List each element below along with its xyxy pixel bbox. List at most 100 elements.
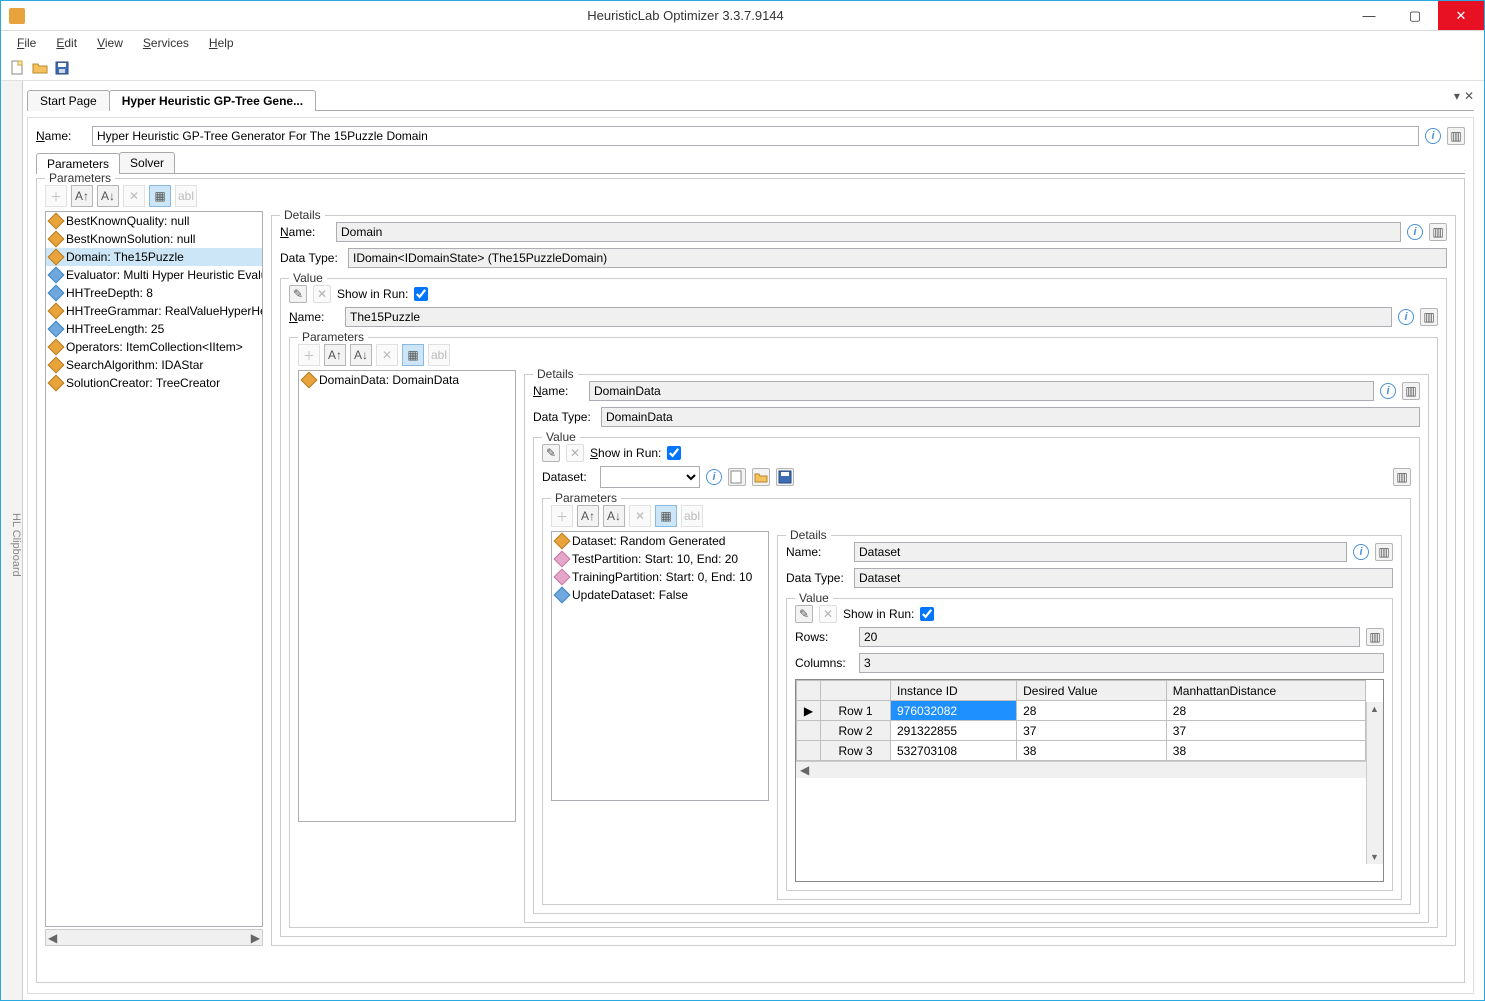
param-searchalgorithm[interactable]: SearchAlgorithm: IDAStar <box>46 356 262 374</box>
param-domain[interactable]: Domain: The15Puzzle <box>46 248 262 266</box>
inner-param-list[interactable]: DomainData: DomainData <box>298 370 516 822</box>
delete-param-button[interactable]: ✕ <box>123 185 145 207</box>
dataset-param-list[interactable]: Dataset: Random Generated TestPartition:… <box>551 531 769 801</box>
show-in-run-checkbox[interactable] <box>414 287 428 301</box>
app-icon <box>9 8 25 24</box>
sort-asc-button[interactable]: A↑ <box>577 505 599 527</box>
param-evaluator[interactable]: Evaluator: Multi Hyper Heuristic Evaluat… <box>46 266 262 284</box>
sort-asc-button[interactable]: A↑ <box>324 344 346 366</box>
menu-edit[interactable]: Edit <box>48 34 85 52</box>
menu-help[interactable]: Help <box>201 34 242 52</box>
show-details-button[interactable]: ▦ <box>655 505 677 527</box>
viewhost-icon[interactable]: ▥ <box>1366 628 1384 646</box>
dataset-table[interactable]: Instance ID Desired Value ManhattanDista… <box>795 679 1384 882</box>
new-dataset-button[interactable] <box>728 468 746 486</box>
edit-value-button[interactable]: ✎ <box>795 605 813 623</box>
dd-name-input[interactable] <box>589 381 1374 401</box>
minimize-button[interactable]: — <box>1346 1 1392 30</box>
details-name-input[interactable] <box>336 222 1401 242</box>
col-marker[interactable] <box>797 681 821 701</box>
parameters-list[interactable]: BestKnownQuality: null BestKnownSolution… <box>45 211 263 927</box>
value-name-input[interactable] <box>345 307 1392 327</box>
delete-button[interactable]: ✕ <box>629 505 651 527</box>
show-hidden-button[interactable]: abl <box>681 505 703 527</box>
tab-start-page[interactable]: Start Page <box>27 90 110 111</box>
document-tabs: Start Page Hyper Heuristic GP-Tree Gene.… <box>27 87 1474 111</box>
edit-value-button[interactable]: ✎ <box>542 444 560 462</box>
viewhost-icon[interactable]: ▥ <box>1393 468 1411 486</box>
sort-desc-button[interactable]: A↓ <box>603 505 625 527</box>
new-file-icon[interactable] <box>9 59 27 77</box>
param-updatedataset[interactable]: UpdateDataset: False <box>552 586 768 604</box>
param-hhtreegrammar[interactable]: HHTreeGrammar: RealValueHyperHeuristicGr… <box>46 302 262 320</box>
save-dataset-button[interactable] <box>776 468 794 486</box>
table-row[interactable]: Row 3 532703108 38 38 <box>797 741 1366 761</box>
name-input[interactable] <box>92 126 1419 146</box>
delete-button[interactable]: ✕ <box>376 344 398 366</box>
tab-dropdown-icon[interactable]: ▾ <box>1454 89 1460 103</box>
param-list-hscrollbar[interactable]: ◀▶ <box>45 929 263 946</box>
show-in-run-checkbox[interactable] <box>920 607 934 621</box>
menu-services[interactable]: Services <box>135 34 197 52</box>
show-details-button[interactable]: ▦ <box>402 344 424 366</box>
viewhost-icon[interactable]: ▥ <box>1447 127 1465 145</box>
param-trainingpartition[interactable]: TrainingPartition: Start: 0, End: 10 <box>552 568 768 586</box>
add-param-button[interactable]: ＋ <box>45 185 67 207</box>
viewhost-icon[interactable]: ▥ <box>1420 308 1438 326</box>
param-testpartition[interactable]: TestPartition: Start: 10, End: 20 <box>552 550 768 568</box>
table-hscrollbar[interactable]: ◀▶ <box>796 761 1383 778</box>
ds-name-input[interactable] <box>854 542 1347 562</box>
param-operators[interactable]: Operators: ItemCollection<IItem> <box>46 338 262 356</box>
add-button[interactable]: ＋ <box>551 505 573 527</box>
info-icon[interactable]: i <box>1398 309 1414 325</box>
info-icon[interactable]: i <box>1407 224 1423 240</box>
info-icon[interactable]: i <box>1380 383 1396 399</box>
viewhost-icon[interactable]: ▥ <box>1402 382 1420 400</box>
viewhost-icon[interactable]: ▥ <box>1429 223 1447 241</box>
info-icon[interactable]: i <box>1353 544 1369 560</box>
parameters-group-legend: Parameters <box>45 171 115 185</box>
clear-value-button[interactable]: ✕ <box>819 605 837 623</box>
info-icon[interactable]: i <box>1425 128 1441 144</box>
tab-hyper-heuristic[interactable]: Hyper Heuristic GP-Tree Gene... <box>109 90 316 111</box>
menu-view[interactable]: View <box>89 34 131 52</box>
show-in-run-checkbox[interactable] <box>667 446 681 460</box>
viewhost-icon[interactable]: ▥ <box>1375 543 1393 561</box>
clipboard-panel-tab[interactable]: HL Clipboard <box>1 81 23 1000</box>
subtab-solver[interactable]: Solver <box>119 152 175 173</box>
param-bestknownsolution[interactable]: BestKnownSolution: null <box>46 230 262 248</box>
col-manhattan[interactable]: ManhattanDistance <box>1166 681 1365 701</box>
param-dataset-generated[interactable]: Dataset: Random Generated <box>552 532 768 550</box>
clear-value-button[interactable]: ✕ <box>566 444 584 462</box>
show-details-button[interactable]: ▦ <box>149 185 171 207</box>
col-instanceid[interactable]: Instance ID <box>891 681 1017 701</box>
columns-input <box>859 653 1384 673</box>
param-hhtreelength[interactable]: HHTreeLength: 25 <box>46 320 262 338</box>
show-hidden-button[interactable]: abl <box>428 344 450 366</box>
save-icon[interactable] <box>53 59 71 77</box>
sort-desc-button[interactable]: A↓ <box>97 185 119 207</box>
param-bestknownquality[interactable]: BestKnownQuality: null <box>46 212 262 230</box>
sort-desc-button[interactable]: A↓ <box>350 344 372 366</box>
maximize-button[interactable]: ▢ <box>1392 1 1438 30</box>
show-hidden-button[interactable]: abl <box>175 185 197 207</box>
tab-close-icon[interactable]: ✕ <box>1464 89 1474 103</box>
col-rowhdr[interactable] <box>821 681 891 701</box>
edit-value-button[interactable]: ✎ <box>289 285 307 303</box>
param-hhtreedepth[interactable]: HHTreeDepth: 8 <box>46 284 262 302</box>
menu-file[interactable]: File <box>9 34 44 52</box>
open-dataset-button[interactable] <box>752 468 770 486</box>
param-solutioncreator[interactable]: SolutionCreator: TreeCreator <box>46 374 262 392</box>
param-domaindata[interactable]: DomainData: DomainData <box>299 371 515 389</box>
dataset-combo[interactable] <box>600 466 700 488</box>
table-row[interactable]: ▶ Row 1 976032082 28 28 <box>797 701 1366 721</box>
table-vscrollbar[interactable] <box>1366 702 1383 864</box>
clear-value-button[interactable]: ✕ <box>313 285 331 303</box>
open-folder-icon[interactable] <box>31 59 49 77</box>
close-button[interactable]: ✕ <box>1438 1 1484 30</box>
info-icon[interactable]: i <box>706 469 722 485</box>
add-button[interactable]: ＋ <box>298 344 320 366</box>
col-desiredvalue[interactable]: Desired Value <box>1017 681 1167 701</box>
table-row[interactable]: Row 2 291322855 37 37 <box>797 721 1366 741</box>
sort-asc-button[interactable]: A↑ <box>71 185 93 207</box>
